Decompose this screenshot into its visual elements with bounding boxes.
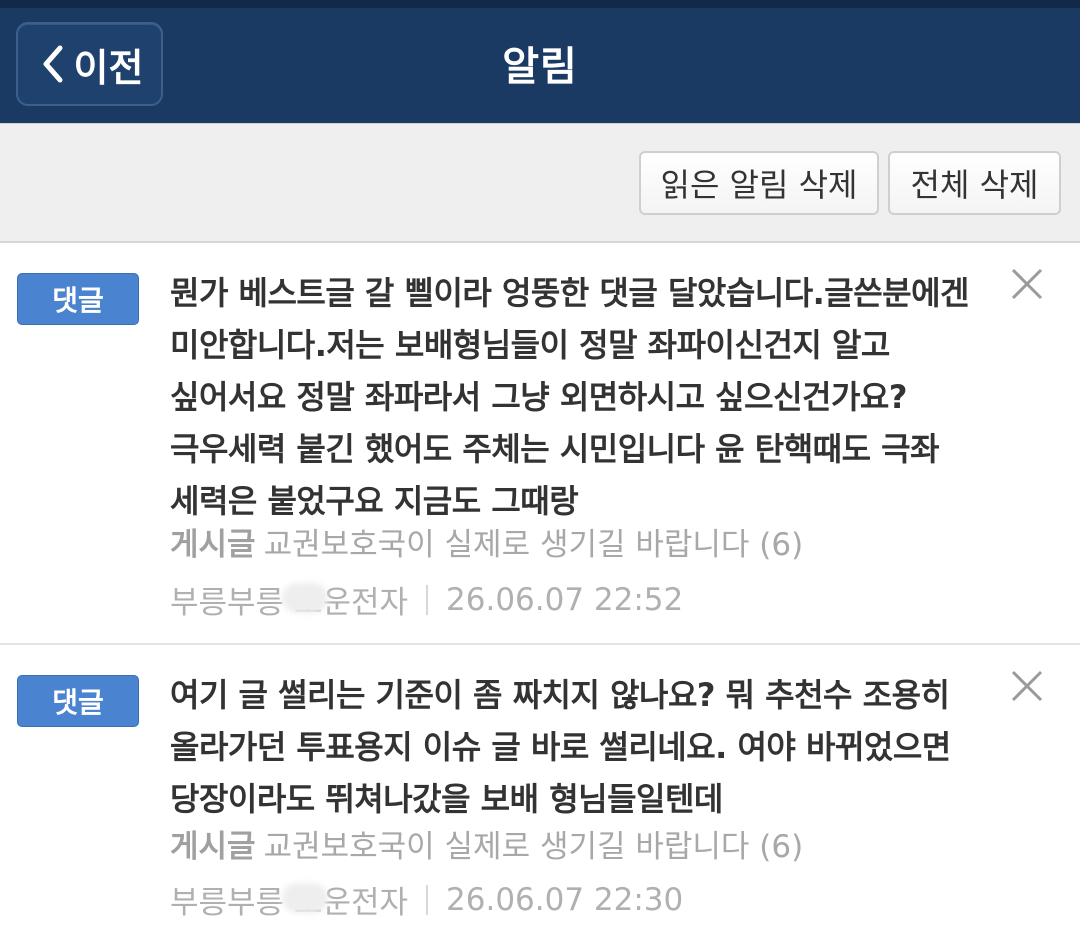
timestamp: 26.06.07 22:30: [446, 881, 684, 918]
notification-text[interactable]: 뭔가 베스트글 갈 삘이라 엉뚱한 댓글 달았습니다.글쓴분에겐 미안합니다.저…: [170, 267, 975, 527]
notification-item[interactable]: 댓글 여기 글 썰리는 기준이 좀 짜치지 않나요? 뭐 추천수 조용히 올라가…: [0, 645, 1080, 940]
delete-all-notifications-button[interactable]: 전체 삭제: [888, 151, 1061, 215]
comment-badge: 댓글: [17, 273, 139, 325]
close-icon[interactable]: [1008, 265, 1046, 303]
page-title: 알림: [502, 44, 578, 90]
notification-item[interactable]: 댓글 뭔가 베스트글 갈 삘이라 엉뚱한 댓글 달았습니다.글쓴분에겐 미안합니…: [0, 243, 1080, 645]
delete-read-notifications-button[interactable]: 읽은 알림 삭제: [639, 151, 879, 215]
post-label: 게시글: [170, 527, 256, 563]
redaction-blur: [282, 883, 328, 913]
top-navigation-bar: 이전 알림: [0, 0, 1080, 123]
author-name: 부릉부릉 보운전자: [170, 583, 409, 621]
notification-post[interactable]: 게시글 교권보호국이 실제로 생기길 바랍니다 (6): [170, 519, 803, 564]
divider: [426, 884, 429, 915]
author-name: 부릉부릉 보운전자: [170, 883, 409, 921]
post-title[interactable]: 교권보호국이 실제로 생기길 바랍니다 (6): [264, 527, 804, 563]
post-label: 게시글: [170, 829, 256, 865]
divider: [426, 584, 429, 615]
comment-badge: 댓글: [17, 675, 139, 727]
notification-post[interactable]: 게시글 교권보호국이 실제로 생기길 바랍니다 (6): [170, 821, 803, 866]
notification-meta: 부릉부릉 보운전자 26.06.07 22:30: [170, 877, 683, 922]
close-icon[interactable]: [1008, 667, 1046, 705]
notification-text[interactable]: 여기 글 썰리는 기준이 좀 짜치지 않나요? 뭐 추천수 조용히 올라가던 투…: [170, 669, 975, 825]
redaction-blur: [282, 583, 328, 613]
timestamp: 26.06.07 22:52: [446, 581, 684, 618]
post-title[interactable]: 교권보호국이 실제로 생기길 바랍니다 (6): [264, 829, 804, 865]
action-toolbar: 읽은 알림 삭제 전체 삭제: [0, 123, 1080, 243]
notification-meta: 부릉부릉 보운전자 26.06.07 22:52: [170, 577, 683, 622]
